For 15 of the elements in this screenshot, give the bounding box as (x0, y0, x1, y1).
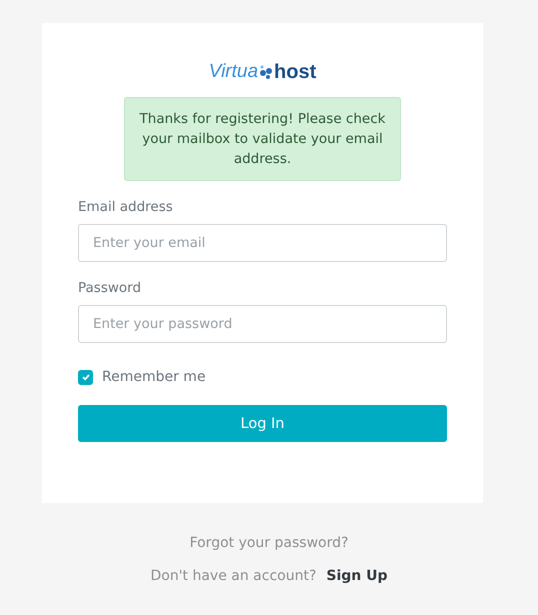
input-field[interactable]: Enter your email (78, 224, 447, 262)
checkmark-icon (80, 372, 90, 382)
logo-text: Virtua (208, 61, 258, 83)
signup-link[interactable]: Sign Up (326, 568, 388, 584)
field-label: Password (78, 280, 142, 296)
forgot-password-link[interactable]: Forgot your password? (190, 535, 348, 551)
success-alert: Thanks for registering! Please check your mailbox to validate your email address. (124, 97, 401, 181)
login-button[interactable]: Log In (78, 405, 447, 442)
checkbox[interactable] (78, 370, 93, 384)
input-field[interactable]: Enter your password (78, 305, 447, 343)
signup-prompt: Don't have an account? (150, 568, 316, 584)
field-label: Email address (78, 199, 174, 215)
logo-text: host (274, 60, 316, 84)
checkbox-label[interactable]: Remember me (102, 369, 206, 385)
dots-icon (259, 65, 274, 79)
